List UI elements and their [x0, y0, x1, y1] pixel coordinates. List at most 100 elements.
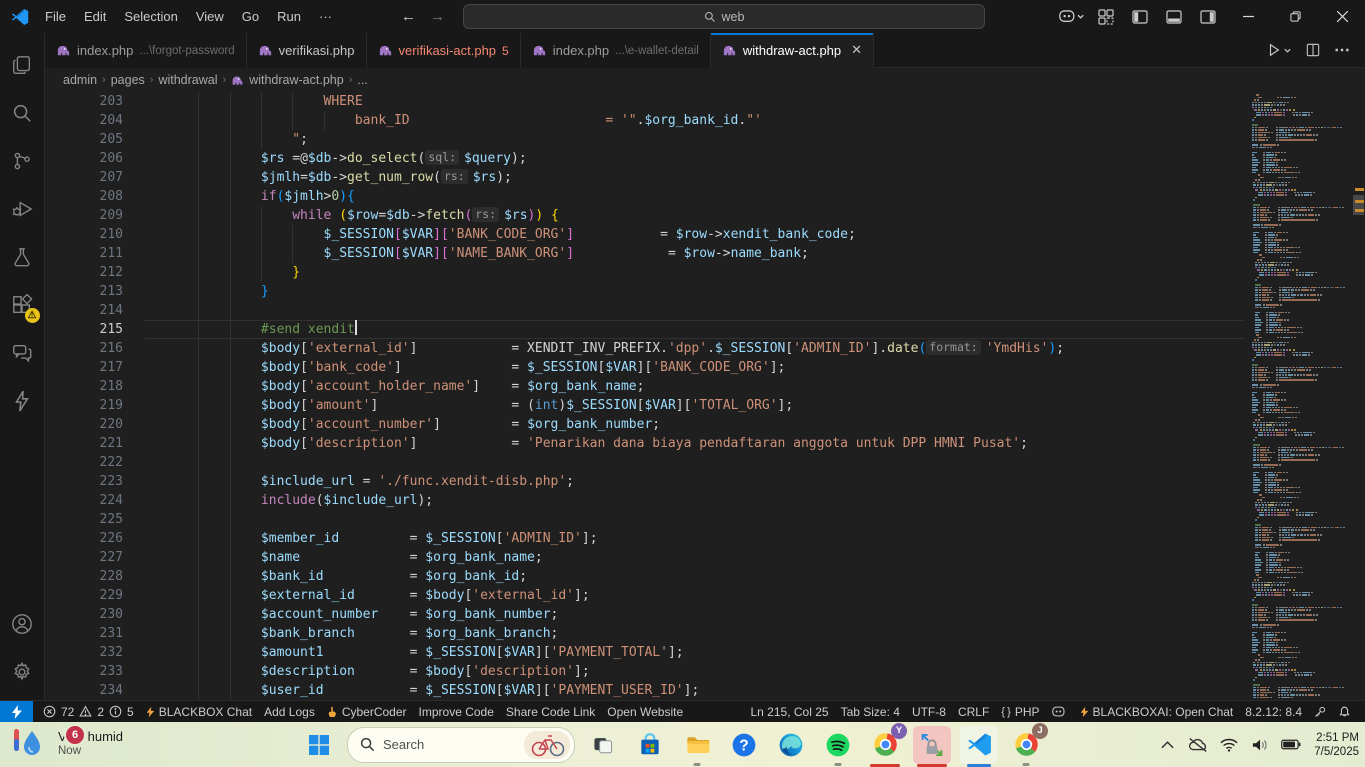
- share-code-link-button[interactable]: Share Code Link: [500, 705, 601, 719]
- toggle-secondary-sidebar-icon[interactable]: [1192, 0, 1224, 33]
- remote-desktop-icon[interactable]: [913, 726, 951, 764]
- open-website-button[interactable]: Open Website: [601, 705, 689, 719]
- blackbox-bolt-icon[interactable]: [0, 377, 45, 425]
- menu-go[interactable]: Go: [233, 0, 268, 33]
- run-debug-icon[interactable]: [0, 185, 45, 233]
- code-line[interactable]: 229 $external_id = $body['external_id'];: [45, 586, 1365, 605]
- cybercoder-button[interactable]: CyberCoder: [321, 705, 413, 719]
- menu-edit[interactable]: Edit: [75, 0, 115, 33]
- blackboxai-open-chat-button[interactable]: BLACKBOXAI: Open Chat: [1074, 705, 1240, 719]
- tab-verifikasi-act[interactable]: verifikasi-act.php 5: [367, 33, 521, 68]
- code-line[interactable]: 214: [45, 301, 1365, 320]
- edge-icon[interactable]: [772, 726, 810, 764]
- code-line[interactable]: 210 $_SESSION[$VAR]['BANK_CODE_ORG'] = $…: [45, 225, 1365, 244]
- spotify-icon[interactable]: [819, 726, 857, 764]
- close-button[interactable]: [1320, 0, 1365, 33]
- battery-icon[interactable]: [1279, 730, 1303, 760]
- code-line[interactable]: 230 $account_number = $org_bank_number;: [45, 605, 1365, 624]
- minimap[interactable]: [1245, 92, 1352, 700]
- command-center-search[interactable]: web: [463, 4, 985, 29]
- cursor-position[interactable]: Ln 215, Col 25: [745, 705, 835, 719]
- php-version[interactable]: 8.2.12: 8.4: [1239, 705, 1308, 719]
- code-line[interactable]: 213 }: [45, 282, 1365, 301]
- code-line[interactable]: 234 $user_id = $_SESSION[$VAR]['PAYMENT_…: [45, 681, 1365, 700]
- breadcrumb-item[interactable]: admin: [63, 73, 97, 87]
- menu-run[interactable]: Run: [268, 0, 310, 33]
- breadcrumb-item[interactable]: pages: [111, 73, 145, 87]
- code-line[interactable]: 225: [45, 510, 1365, 529]
- language-mode[interactable]: { } PHP: [995, 705, 1045, 719]
- nav-back-icon[interactable]: ←: [401, 8, 416, 25]
- menu-view[interactable]: View: [187, 0, 233, 33]
- accounts-icon[interactable]: [0, 600, 45, 648]
- testing-icon[interactable]: [0, 233, 45, 281]
- code-line[interactable]: 203 WHERE: [45, 92, 1365, 111]
- code-line[interactable]: 232 $amount1 = $_SESSION[$VAR]['PAYMENT_…: [45, 643, 1365, 662]
- toggle-sidebar-icon[interactable]: [1124, 0, 1156, 33]
- add-logs-button[interactable]: Add Logs: [258, 705, 321, 719]
- tab-close-icon[interactable]: ✕: [851, 42, 862, 58]
- vscode-taskbar-icon[interactable]: [960, 726, 998, 764]
- code-line[interactable]: 219 $body['amount'] = (int)$_SESSION[$VA…: [45, 396, 1365, 415]
- code-line[interactable]: 220 $body['account_number'] = $org_bank_…: [45, 415, 1365, 434]
- chrome-profile-j-icon[interactable]: J: [1007, 726, 1045, 764]
- feedback-icon[interactable]: [1308, 706, 1332, 718]
- code-line[interactable]: 228 $bank_id = $org_bank_id;: [45, 567, 1365, 586]
- task-view-button[interactable]: [584, 726, 622, 764]
- encoding[interactable]: UTF-8: [906, 705, 952, 719]
- code-line[interactable]: 222: [45, 453, 1365, 472]
- breadcrumb-item[interactable]: withdraw-act.php: [249, 73, 344, 87]
- taskbar-search[interactable]: Search: [347, 727, 575, 763]
- menu-selection[interactable]: Selection: [115, 0, 186, 33]
- tab-withdraw-act[interactable]: withdraw-act.php ✕: [711, 33, 874, 68]
- code-line[interactable]: 204 bank_ID = '".$org_bank_id."': [45, 111, 1365, 130]
- code-line[interactable]: 209 while ($row=$db->fetch(rs:$rs)) {: [45, 206, 1365, 225]
- start-button[interactable]: [300, 726, 338, 764]
- code-line[interactable]: 233 $description = $body['description'];: [45, 662, 1365, 681]
- code-line[interactable]: 206 $rs =@$db->do_select(sql:$query);: [45, 149, 1365, 168]
- extensions-icon[interactable]: ⚠: [0, 281, 45, 329]
- code-line[interactable]: 221 $body['description'] = 'Penarikan da…: [45, 434, 1365, 453]
- tab-index-forgot-password[interactable]: index.php ...\forgot-password: [45, 33, 247, 68]
- code-area[interactable]: 203 WHERE204 bank_ID = '".$org_bank_id."…: [45, 92, 1365, 700]
- indentation[interactable]: Tab Size: 4: [835, 705, 906, 719]
- notifications-bell-icon[interactable]: [1332, 705, 1357, 718]
- explorer-icon[interactable]: [0, 41, 45, 89]
- settings-gear-icon[interactable]: [0, 648, 45, 696]
- copilot-icon[interactable]: [1056, 0, 1088, 33]
- weather-widget[interactable]: 6 Very humid Now: [8, 725, 123, 761]
- code-line[interactable]: 217 $body['bank_code'] = $_SESSION[$VAR]…: [45, 358, 1365, 377]
- onedrive-icon[interactable]: [1186, 730, 1210, 760]
- remote-indicator[interactable]: [0, 701, 33, 722]
- code-line[interactable]: 226 $member_id = $_SESSION['ADMIN_ID'];: [45, 529, 1365, 548]
- nav-forward-icon[interactable]: →: [430, 8, 445, 25]
- tray-clock[interactable]: 2:51 PM 7/5/2025: [1310, 731, 1359, 759]
- menu-file[interactable]: File: [36, 0, 75, 33]
- code-line[interactable]: 227 $name = $org_bank_name;: [45, 548, 1365, 567]
- breadcrumb-item[interactable]: ...: [357, 73, 367, 87]
- code-line[interactable]: 207 $jmlh=$db->get_num_row(rs:$rs);: [45, 168, 1365, 187]
- run-file-button[interactable]: [1267, 43, 1292, 57]
- blackbox-chat-button[interactable]: BLACKBOX Chat: [140, 705, 258, 719]
- editor-scrollbar[interactable]: [1352, 92, 1365, 700]
- minimize-button[interactable]: [1226, 0, 1271, 33]
- volume-icon[interactable]: [1248, 730, 1272, 760]
- tab-index-e-wallet-detail[interactable]: index.php ...\e-wallet-detail: [521, 33, 711, 68]
- code-line[interactable]: 208 if($jmlh>0){: [45, 187, 1365, 206]
- editor-more-actions-icon[interactable]: ⋯: [1334, 40, 1351, 60]
- code-line[interactable]: 212 }: [45, 263, 1365, 282]
- eol-sequence[interactable]: CRLF: [952, 705, 995, 719]
- tab-verifikasi[interactable]: verifikasi.php: [247, 33, 367, 68]
- chrome-profile-y-icon[interactable]: Y: [866, 726, 904, 764]
- copilot-status-icon[interactable]: [1046, 706, 1074, 717]
- menu-more[interactable]: ···: [310, 0, 341, 33]
- breadcrumb-item[interactable]: withdrawal: [158, 73, 217, 87]
- code-line[interactable]: 223 $include_url = './func.xendit-disb.p…: [45, 472, 1365, 491]
- improve-code-button[interactable]: Improve Code: [413, 705, 500, 719]
- code-line[interactable]: 215 #send xendit: [45, 320, 1365, 339]
- customize-layout-icon[interactable]: [1090, 0, 1122, 33]
- toggle-panel-icon[interactable]: [1158, 0, 1190, 33]
- code-line[interactable]: 218 $body['account_holder_name'] = $org_…: [45, 377, 1365, 396]
- code-line[interactable]: 216 $body['external_id'] = XENDIT_INV_PR…: [45, 339, 1365, 358]
- help-app-icon[interactable]: ?: [725, 726, 763, 764]
